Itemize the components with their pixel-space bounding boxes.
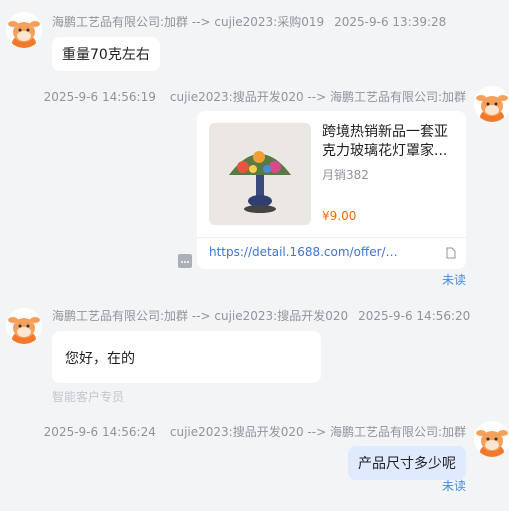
avatar[interactable] bbox=[474, 86, 509, 122]
message-header: 2025-9-6 14:56:19 cujie2023:搜品开发020 --> 海… bbox=[44, 88, 466, 105]
timestamp: 2025-9-6 14:56:19 bbox=[43, 90, 156, 104]
cartoon-animal-avatar-icon bbox=[474, 86, 509, 122]
cartoon-animal-avatar-icon bbox=[6, 12, 42, 48]
product-card[interactable]: 跨境热销新品一套亚克力玻璃花灯罩家... 月销382 ¥9.00 https:/… bbox=[197, 111, 466, 269]
message-bubble[interactable]: 您好，在的 bbox=[52, 331, 321, 383]
timestamp: 2025-9-6 14:56:20 bbox=[358, 309, 471, 323]
card-divider bbox=[197, 237, 466, 238]
agent-hint: 智能客户专员 bbox=[52, 390, 125, 404]
message-text: 产品尺寸多少呢 bbox=[358, 456, 456, 472]
message-header: 海鹏工艺品有限公司:加群 --> cujie2023:搜品开发020 2025-9… bbox=[52, 307, 470, 324]
sender-label: 海鹏工艺品有限公司:加群 --> cujie2023:搜品开发020 bbox=[52, 309, 349, 323]
timestamp: 2025-9-6 13:39:28 bbox=[334, 15, 447, 29]
avatar[interactable] bbox=[6, 12, 42, 48]
timestamp: 2025-9-6 14:56:24 bbox=[43, 425, 156, 439]
message-header: 海鹏工艺品有限公司:加群 --> cujie2023:采购019 2025-9-6… bbox=[52, 13, 446, 30]
avatar[interactable] bbox=[474, 421, 509, 457]
message-bubble[interactable]: 产品尺寸多少呢 bbox=[348, 446, 466, 480]
product-title[interactable]: 跨境热销新品一套亚克力玻璃花灯罩家... bbox=[322, 123, 454, 161]
product-link[interactable]: https://detail.1688.com/offer/85... bbox=[209, 245, 405, 259]
sender-label: 海鹏工艺品有限公司:加群 --> cujie2023:采购019 bbox=[52, 15, 325, 29]
message-header: 2025-9-6 14:56:24 cujie2023:搜品开发020 --> 海… bbox=[44, 423, 466, 440]
product-sales: 月销382 bbox=[322, 168, 369, 182]
cartoon-animal-avatar-icon bbox=[6, 308, 42, 344]
avatar[interactable] bbox=[6, 308, 42, 344]
message-text: 重量70克左右 bbox=[62, 47, 150, 63]
read-status: 未读 bbox=[442, 479, 467, 493]
chat-small-icon[interactable] bbox=[178, 254, 192, 268]
sender-label: cujie2023:搜品开发020 --> 海鹏工艺品有限公司:加群 bbox=[169, 90, 466, 104]
product-price: ¥9.00 bbox=[322, 209, 357, 223]
product-image[interactable] bbox=[209, 123, 311, 225]
cartoon-animal-avatar-icon bbox=[474, 421, 509, 457]
document-icon[interactable] bbox=[446, 244, 456, 259]
message-text: 您好，在的 bbox=[65, 351, 135, 367]
sender-label: cujie2023:搜品开发020 --> 海鹏工艺品有限公司:加群 bbox=[169, 425, 466, 439]
message-bubble[interactable]: 重量70克左右 bbox=[52, 37, 160, 71]
read-status: 未读 bbox=[442, 273, 467, 287]
lamp-image bbox=[209, 123, 311, 225]
